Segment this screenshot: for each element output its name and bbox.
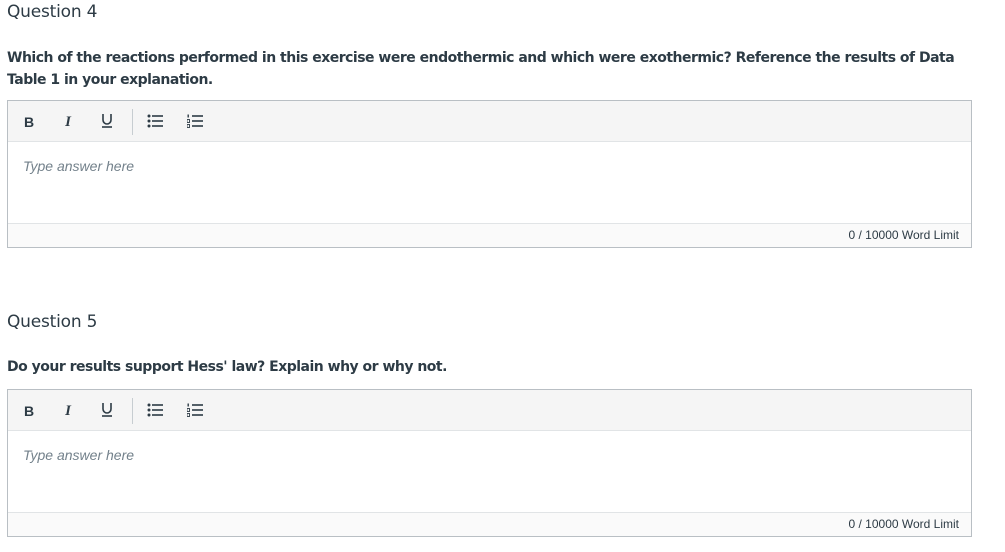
bulleted-list-button[interactable] (147, 114, 163, 132)
answer-placeholder: Type answer here (23, 447, 135, 463)
word-limit-counter: 0 / 10000 Word Limit (848, 228, 959, 242)
bulleted-list-button[interactable] (147, 403, 163, 421)
question-prompt: Do your results support Hess' law? Expla… (7, 359, 447, 375)
underline-button[interactable] (101, 402, 113, 420)
word-count: 0 (848, 228, 856, 242)
question-prompt: Which of the reactions performed in this… (7, 50, 955, 88)
numbered-list-icon (187, 403, 203, 417)
underline-button[interactable] (101, 113, 113, 131)
answer-textarea[interactable]: Type answer here (8, 431, 971, 512)
toolbar-divider (132, 109, 133, 135)
editor-toolbar: B I (8, 101, 971, 142)
word-limit-text: 10000 Word Limit (865, 228, 959, 242)
italic-button[interactable]: I (63, 402, 73, 420)
question-title: Question 4 (7, 2, 98, 22)
bulleted-list-icon (147, 403, 163, 417)
bold-button[interactable]: B (23, 113, 35, 131)
editor-toolbar: B I (8, 390, 971, 431)
numbered-list-button[interactable] (187, 403, 203, 421)
underline-icon (102, 114, 112, 128)
toolbar-divider (132, 398, 133, 424)
underline-icon (102, 403, 112, 417)
editor-footer: 0 / 10000 Word Limit (8, 223, 971, 247)
answer-textarea[interactable]: Type answer here (8, 142, 971, 223)
bold-button[interactable]: B (23, 402, 35, 420)
italic-button[interactable]: I (63, 113, 73, 131)
numbered-list-button[interactable] (187, 114, 203, 132)
word-count: 0 (848, 517, 856, 531)
word-limit-separator: / (858, 517, 862, 531)
word-limit-text: 10000 Word Limit (865, 517, 959, 531)
question-title: Question 5 (7, 312, 98, 332)
answer-editor: B I Type answer here 0 / 10000 Word Limi… (7, 389, 972, 537)
editor-footer: 0 / 10000 Word Limit (8, 512, 971, 536)
numbered-list-icon (187, 114, 203, 128)
question-4: Question 4 Which of the reactions perfor… (0, 2, 1005, 252)
answer-editor: B I Type answer here 0 / 10000 Word Limi… (7, 100, 972, 248)
question-5: Question 5 Do your results support Hess'… (0, 312, 1005, 542)
bulleted-list-icon (147, 114, 163, 128)
word-limit-separator: / (858, 228, 862, 242)
answer-placeholder: Type answer here (23, 158, 135, 174)
word-limit-counter: 0 / 10000 Word Limit (848, 517, 959, 531)
